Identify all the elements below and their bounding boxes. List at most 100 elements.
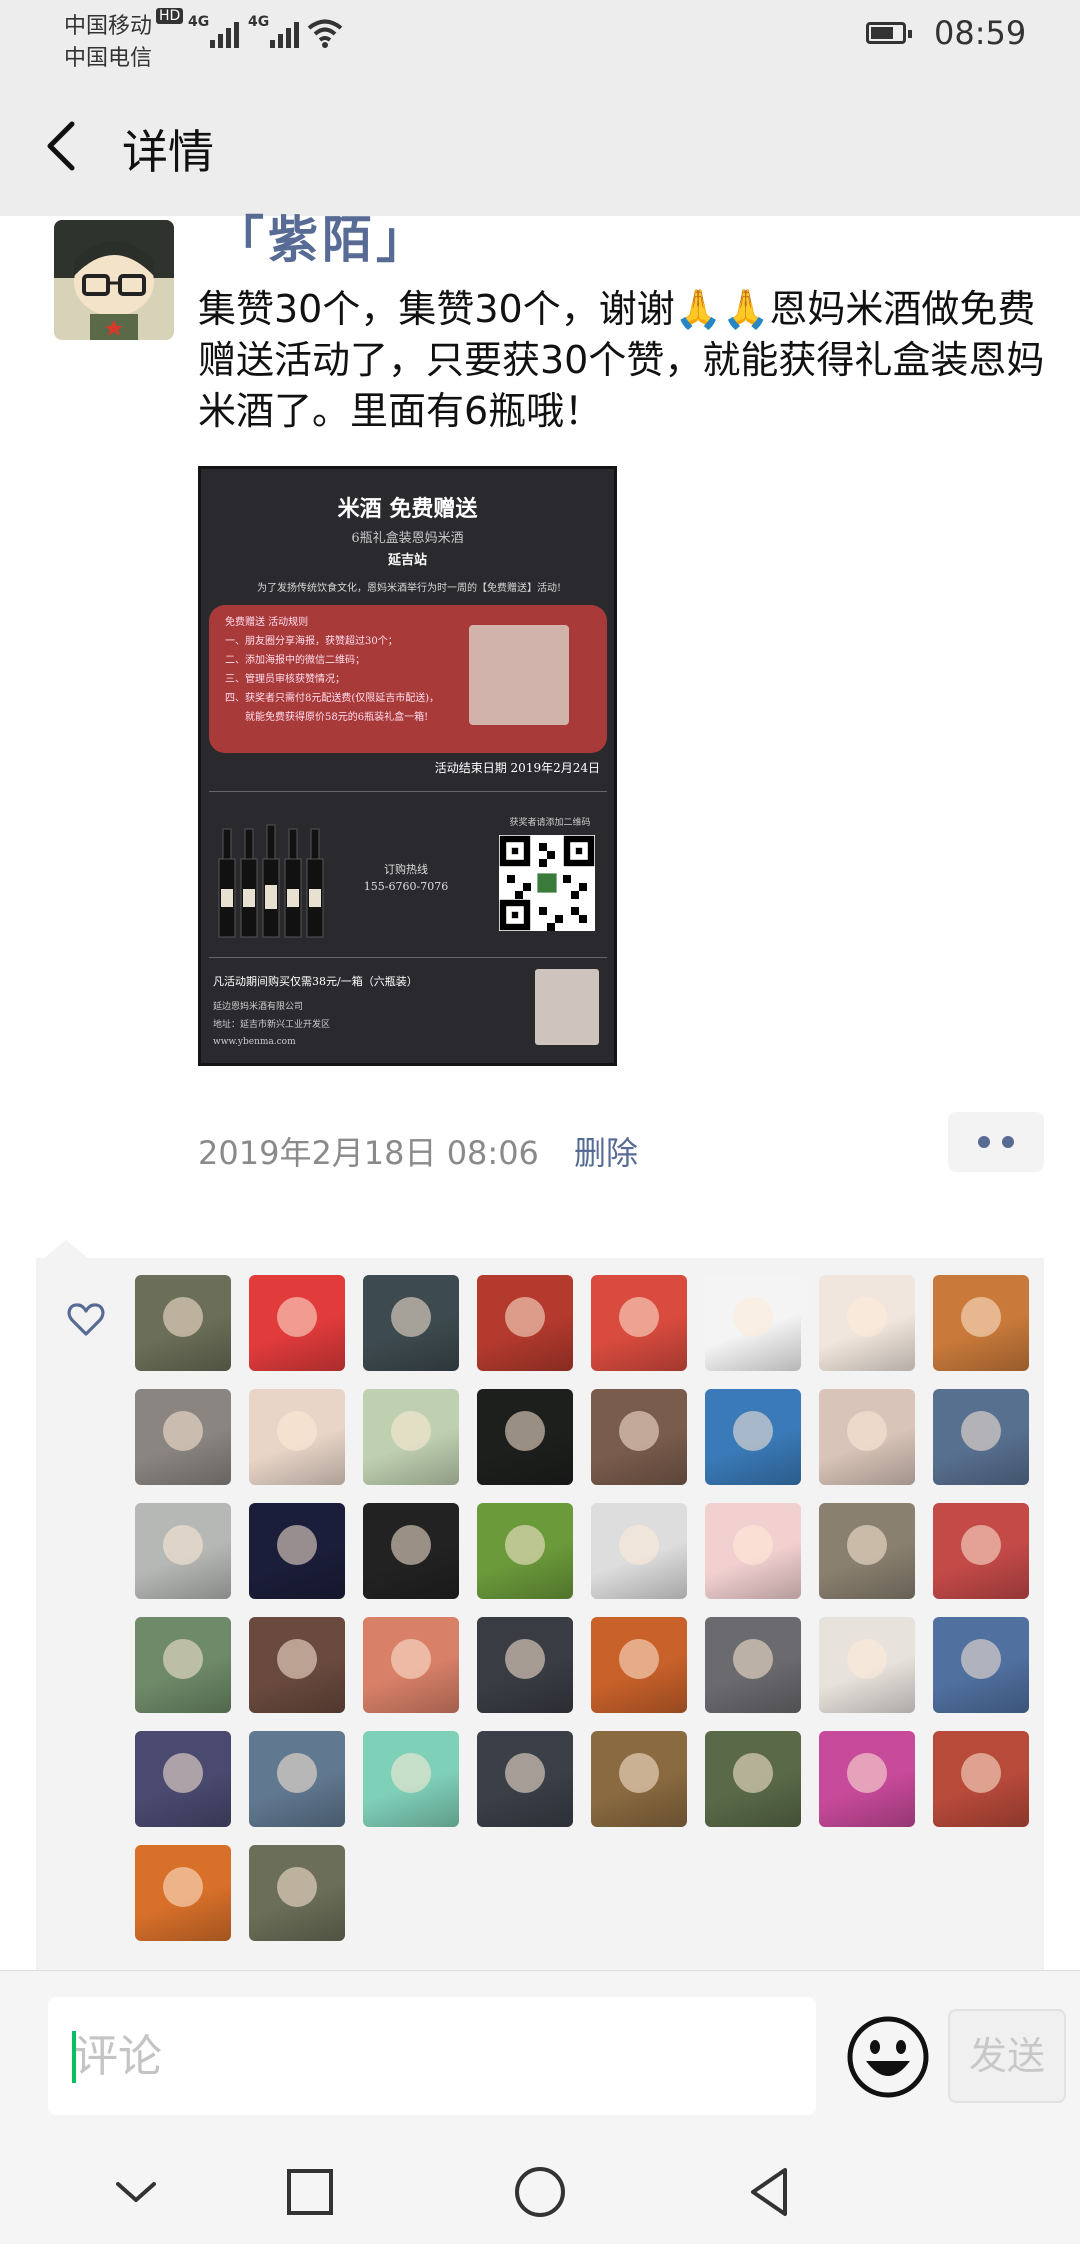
like-avatar[interactable] [363, 1731, 459, 1827]
like-avatar[interactable] [591, 1617, 687, 1713]
poster-hotline-number: 155-6760-7076 [363, 880, 449, 893]
like-avatar[interactable] [705, 1617, 801, 1713]
avatar-image [619, 1753, 659, 1793]
like-avatar[interactable] [705, 1389, 801, 1485]
avatar-image [619, 1411, 659, 1451]
comment-input[interactable] [48, 1997, 816, 2115]
avatar-image [391, 1753, 431, 1793]
poster-website: www.ybenma.com [213, 1037, 296, 1047]
like-avatar[interactable] [135, 1845, 231, 1941]
poster-divider [209, 791, 607, 792]
avatar-image [163, 1753, 203, 1793]
like-avatar[interactable] [135, 1275, 231, 1371]
delete-button[interactable]: 删除 [574, 1128, 638, 1174]
like-avatar[interactable] [477, 1731, 573, 1827]
avatar-image [391, 1411, 431, 1451]
like-avatar[interactable] [135, 1731, 231, 1827]
like-avatar[interactable] [591, 1503, 687, 1599]
nav-home-icon[interactable] [512, 2164, 568, 2220]
battery-icon [866, 22, 912, 44]
carrier-1: 中国移动 HD [64, 8, 184, 40]
like-avatar[interactable] [819, 1275, 915, 1371]
post-time: 2019年2月18日 08:06 [198, 1134, 539, 1172]
avatar-image [505, 1411, 545, 1451]
like-avatar[interactable] [135, 1617, 231, 1713]
qr-code-image [499, 835, 595, 931]
avatar-image [619, 1297, 659, 1337]
like-avatar[interactable] [249, 1275, 345, 1371]
system-nav-bar [0, 2140, 1080, 2244]
avatar-image [277, 1867, 317, 1907]
avatar-image [619, 1525, 659, 1565]
nav-back-icon[interactable] [741, 2164, 797, 2220]
like-avatar[interactable] [819, 1389, 915, 1485]
like-avatar[interactable] [819, 1503, 915, 1599]
avatar-image [733, 1753, 773, 1793]
avatar-image [961, 1297, 1001, 1337]
like-avatar[interactable] [591, 1389, 687, 1485]
like-avatar[interactable] [363, 1503, 459, 1599]
like-avatar[interactable] [249, 1389, 345, 1485]
author-avatar[interactable] [54, 220, 174, 340]
like-avatar[interactable] [933, 1731, 1029, 1827]
like-avatar[interactable] [135, 1389, 231, 1485]
avatar-image [733, 1639, 773, 1679]
avatar-image [961, 1753, 1001, 1793]
like-avatar[interactable] [819, 1617, 915, 1713]
likes-panel-arrow [44, 1240, 88, 1258]
like-avatar[interactable] [477, 1617, 573, 1713]
like-avatar[interactable] [477, 1275, 573, 1371]
poster-rules: 免费赠送 活动规则 一、朋友圈分享海报，获赞超过30个； 二、添加海报中的微信二… [225, 617, 440, 723]
like-avatar[interactable] [249, 1503, 345, 1599]
text-caret [72, 2031, 76, 2083]
send-button[interactable]: 发送 [948, 2009, 1066, 2103]
chevron-left-icon[interactable] [40, 118, 84, 174]
like-avatar[interactable] [933, 1275, 1029, 1371]
avatar-image [54, 220, 174, 340]
post-author[interactable]: 「紫陌」 [214, 200, 430, 272]
comment-bar: 发送 [0, 1970, 1080, 2140]
avatar-image [961, 1411, 1001, 1451]
like-avatar[interactable] [135, 1503, 231, 1599]
post-image-poster[interactable]: 米酒 免费赠送 6瓶礼盒装恩妈米酒 延吉站 为了发扬传统饮食文化，恩妈米酒举行为… [198, 466, 617, 1066]
like-avatar[interactable] [591, 1731, 687, 1827]
like-avatar[interactable] [477, 1503, 573, 1599]
like-avatar[interactable] [249, 1617, 345, 1713]
like-avatar[interactable] [933, 1503, 1029, 1599]
like-avatar[interactable] [819, 1731, 915, 1827]
like-avatar[interactable] [933, 1389, 1029, 1485]
post-text: 集赞30个，集赞30个，谢谢🙏🙏恩妈米酒做免费赠送活动了，只要获30个赞，就能获… [198, 287, 1045, 433]
more-dots-icon[interactable] [948, 1112, 1044, 1172]
avatar-image [277, 1525, 317, 1565]
nav-recents-icon[interactable] [282, 2164, 338, 2220]
page-title: 详情 [122, 125, 214, 179]
like-avatar[interactable] [933, 1617, 1029, 1713]
avatar-image [505, 1753, 545, 1793]
avatar-image [619, 1639, 659, 1679]
smiley-icon[interactable] [846, 2015, 930, 2099]
avatar-image [391, 1525, 431, 1565]
poster-divider [209, 957, 607, 958]
status-bar: 中国移动 HD 中国电信 4G 4G 08:59 [0, 0, 1080, 76]
avatar-image [733, 1525, 773, 1565]
avatar-image [733, 1297, 773, 1337]
gift-box-image [535, 969, 599, 1045]
top-bar: 详情 [0, 76, 1080, 216]
like-avatar[interactable] [249, 1845, 345, 1941]
poster-intro: 为了发扬传统饮食文化，恩妈米酒举行为时一周的【免费赠送】活动! [256, 583, 562, 594]
avatar-image [391, 1639, 431, 1679]
avatar-image [277, 1639, 317, 1679]
like-avatar[interactable] [363, 1275, 459, 1371]
like-avatar[interactable] [249, 1731, 345, 1827]
avatar-image [961, 1639, 1001, 1679]
status-time: 08:59 [934, 14, 1027, 52]
like-avatar[interactable] [477, 1389, 573, 1485]
avatar-image [277, 1753, 317, 1793]
like-avatar[interactable] [705, 1731, 801, 1827]
like-avatar[interactable] [705, 1275, 801, 1371]
like-avatar[interactable] [705, 1503, 801, 1599]
like-avatar[interactable] [591, 1275, 687, 1371]
like-avatar[interactable] [363, 1389, 459, 1485]
nav-down-icon[interactable] [108, 2164, 164, 2220]
like-avatar[interactable] [363, 1617, 459, 1713]
